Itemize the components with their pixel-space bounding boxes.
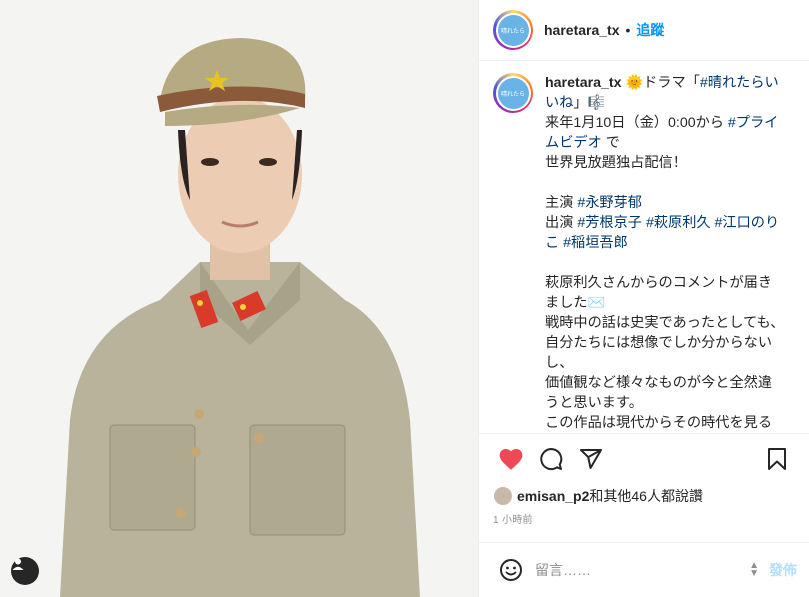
avatar[interactable]: 晴れたら — [493, 10, 533, 51]
caption-line: 自分たちには想像でしか分からないし、 — [545, 335, 773, 372]
cast-label: 出演 — [545, 215, 578, 232]
share-icon — [580, 449, 602, 470]
caption-avatar[interactable]: 晴れたら — [493, 73, 533, 433]
post-time[interactable]: 1 小時前 — [479, 508, 809, 530]
tagged-users-button[interactable] — [11, 557, 39, 585]
hashtag-link[interactable]: #稲垣吾郎 — [563, 235, 628, 251]
caption-avatar-border: 晴れたら — [495, 75, 531, 111]
action-bar — [479, 432, 809, 484]
add-comment-bar: ▲▼ 發佈 — [479, 541, 809, 597]
hashtag-link[interactable]: #芳根京子 — [577, 215, 642, 231]
hashtag-link[interactable]: #萩原利久 — [646, 215, 711, 231]
cast-main-label: 主演 — [545, 195, 578, 212]
caption-fragment: 🌞ドラマ「 — [625, 75, 700, 92]
likes-summary[interactable]: emisan_p2 和其他46人都說讚 — [479, 484, 809, 508]
header-username[interactable]: haretara_tx — [544, 22, 620, 38]
caption-fragment: 世界見放題独占配信！ — [545, 155, 687, 172]
avatar-border: 晴れたら — [495, 12, 531, 48]
share-button[interactable] — [571, 439, 611, 479]
post-photo — [0, 0, 478, 597]
comments-area: 晴れたら haretara_tx 🌞ドラマ「#晴れたらいいね」🎼 来年1月10日（… — [479, 61, 809, 433]
avatar-image: 晴れたら — [497, 14, 529, 46]
caption-username[interactable]: haretara_tx — [545, 75, 625, 91]
caption-line: 価値観など様々なものが今と全然違うと思います。 — [545, 375, 773, 412]
caption-fragment: 来年1月10日（金）0:00から — [545, 115, 728, 132]
post-header: 晴れたら haretara_tx • 追蹤 — [479, 0, 809, 62]
person-icon — [12, 558, 24, 570]
separator-dot: • — [625, 22, 631, 39]
liker-avatar — [493, 486, 513, 507]
caption-intro: haretara_tx 🌞ドラマ「#晴れたらいいね」🎼 来年1月10日（金）0:0… — [545, 73, 785, 173]
save-button[interactable] — [757, 439, 797, 479]
caption-text: haretara_tx 🌞ドラマ「#晴れたらいいね」🎼 来年1月10日（金）0:0… — [545, 73, 785, 433]
hashtag-link[interactable]: #永野芽郁 — [577, 195, 642, 211]
caption-avatar-image: 晴れたら — [497, 77, 529, 109]
post-image — [0, 0, 478, 597]
post-comment-button[interactable]: 發佈 — [769, 560, 797, 580]
caption-fragment: 」🎼 — [573, 95, 606, 112]
caption-fragment: で — [601, 135, 620, 152]
emoji-button[interactable] — [491, 550, 531, 590]
caption-cast: 主演 #永野芽郁 出演 #芳根京子 #萩原利久 #江口のりこ #稲垣吾郎 — [545, 193, 785, 253]
caption-line: 戦時中の話は史実であったとしても、 — [545, 315, 785, 332]
bookmark-icon — [768, 448, 786, 471]
caption-line: この作品は現代からその時代を見るという視点があるので、 — [545, 415, 773, 432]
like-button[interactable] — [491, 439, 531, 479]
smiley-icon — [500, 558, 522, 581]
post-dialog: 晴れたら haretara_tx • 追蹤 晴れたら haretara_tx 🌞… — [0, 0, 809, 597]
comment-button[interactable] — [531, 439, 571, 479]
sort-chevron-icon[interactable]: ▲ ▼ — [749, 560, 759, 578]
comment-input[interactable] — [535, 561, 750, 578]
likes-text: 和其他46人都說讚 — [589, 488, 703, 505]
liker-username[interactable]: emisan_p2 — [517, 488, 589, 504]
caption-line: 萩原利久さんからのコメントが届きました✉️ — [545, 275, 773, 312]
heart-filled-icon — [499, 449, 523, 470]
caption-comment: 萩原利久さんからのコメントが届きました✉️ 戦時中の話は史実であったとしても、自分… — [545, 273, 785, 433]
caption-avatar-ring: 晴れたら — [493, 73, 533, 114]
post-side-panel: 晴れたら haretara_tx • 追蹤 晴れたら haretara_tx 🌞… — [478, 0, 809, 597]
follow-button[interactable]: 追蹤 — [636, 20, 664, 40]
comment-icon — [540, 448, 563, 471]
